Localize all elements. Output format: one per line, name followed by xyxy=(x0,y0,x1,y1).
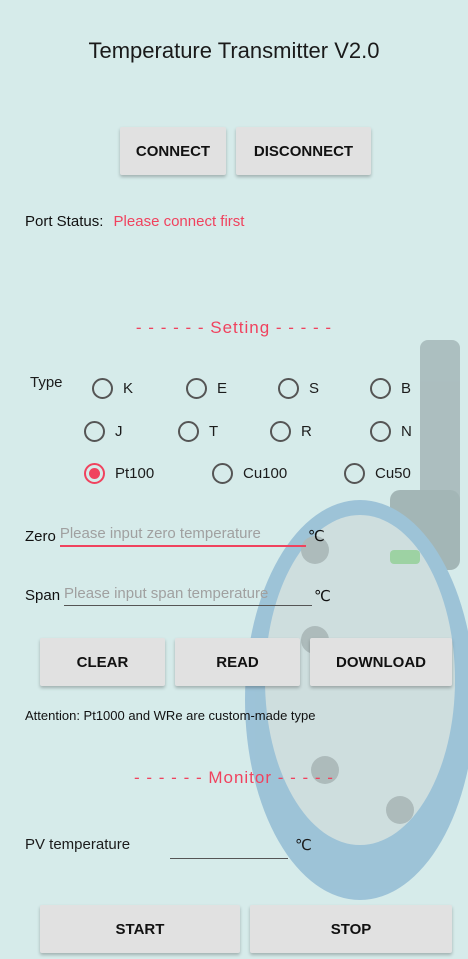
radio-circle-icon xyxy=(370,378,391,399)
radio-type-t[interactable]: T xyxy=(178,421,218,442)
radio-type-j[interactable]: J xyxy=(84,421,123,442)
radio-circle-icon xyxy=(212,463,233,484)
radio-type-b[interactable]: B xyxy=(370,378,411,399)
stop-button[interactable]: STOP xyxy=(250,905,452,953)
pv-temperature-unit: ℃ xyxy=(295,837,312,854)
setting-divider: - - - - - - Setting - - - - - xyxy=(135,318,333,337)
page-title: Temperature Transmitter V2.0 xyxy=(88,38,380,63)
radio-type-cu50[interactable]: Cu50 xyxy=(344,463,411,484)
span-input[interactable] xyxy=(64,585,313,606)
radio-label: N xyxy=(401,423,412,440)
radio-circle-icon xyxy=(278,378,299,399)
radio-label: T xyxy=(209,423,219,440)
radio-label: E xyxy=(217,380,228,397)
monitor-divider: - - - - - - Monitor - - - - - xyxy=(134,768,334,787)
radio-type-s[interactable]: S xyxy=(278,378,319,399)
span-label: Span xyxy=(25,587,61,604)
radio-type-cu100[interactable]: Cu100 xyxy=(212,463,287,484)
radio-label: R xyxy=(301,423,312,440)
radio-circle-icon xyxy=(92,378,113,399)
type-label: Type xyxy=(30,374,63,391)
radio-type-pt100[interactable]: Pt100 xyxy=(84,463,154,484)
radio-circle-icon xyxy=(178,421,199,442)
radio-checked-icon xyxy=(84,463,105,484)
radio-label: S xyxy=(309,380,320,397)
span-unit: ℃ xyxy=(314,587,331,605)
radio-circle-icon xyxy=(84,421,105,442)
radio-label: Cu100 xyxy=(243,465,288,482)
pv-temperature-value xyxy=(170,858,288,859)
radio-label: J xyxy=(115,423,123,440)
port-status: Port Status: Please connect first xyxy=(25,213,244,230)
zero-input[interactable] xyxy=(59,525,306,547)
zero-field-row: Zero ℃ xyxy=(25,525,325,547)
app-screen: Temperature Transmitter V2.0 CONNECT DIS… xyxy=(0,0,468,959)
port-status-label: Port Status: xyxy=(25,213,104,230)
download-button[interactable]: DOWNLOAD xyxy=(310,638,452,686)
zero-unit: ℃ xyxy=(307,528,325,545)
start-button[interactable]: START xyxy=(40,905,240,953)
radio-label: Pt100 xyxy=(115,465,155,482)
connect-button[interactable]: CONNECT xyxy=(120,127,226,175)
radio-circle-icon xyxy=(370,421,391,442)
disconnect-button[interactable]: DISCONNECT xyxy=(236,127,371,175)
read-button[interactable]: READ xyxy=(175,638,300,686)
radio-type-e[interactable]: E xyxy=(186,378,227,399)
span-field-row: Span ℃ xyxy=(25,585,331,606)
port-status-value: Please connect first xyxy=(113,213,245,230)
zero-label: Zero xyxy=(25,527,56,545)
clear-button[interactable]: CLEAR xyxy=(40,638,165,686)
radio-circle-icon xyxy=(186,378,207,399)
attention-note: Attention: Pt1000 and WRe are custom-mad… xyxy=(25,708,316,723)
pv-temperature-label: PV temperature xyxy=(25,836,131,853)
radio-label: K xyxy=(123,380,134,397)
radio-label: B xyxy=(401,380,412,397)
radio-circle-icon xyxy=(270,421,291,442)
radio-type-r[interactable]: R xyxy=(270,421,312,442)
radio-circle-icon xyxy=(344,463,365,484)
radio-type-n[interactable]: N xyxy=(370,421,412,442)
radio-label: Cu50 xyxy=(375,465,411,482)
radio-type-k[interactable]: K xyxy=(92,378,133,399)
